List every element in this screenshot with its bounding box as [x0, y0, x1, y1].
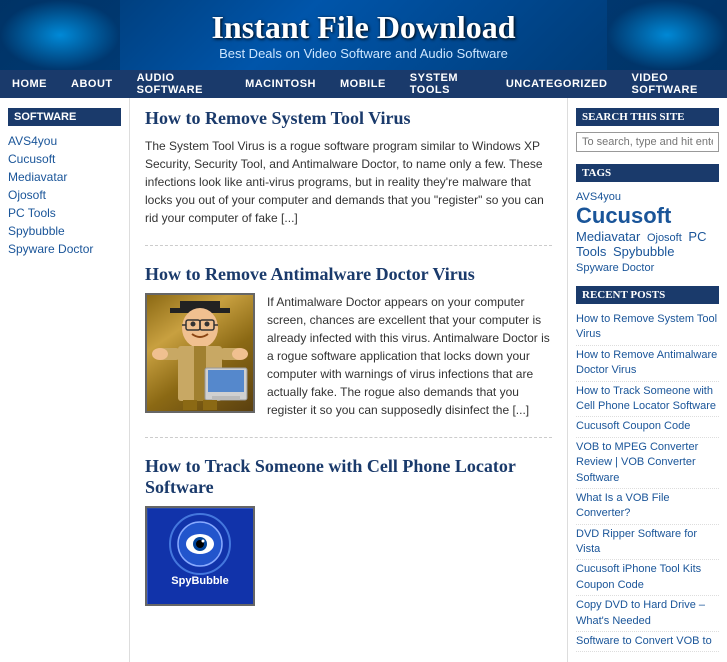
svg-text:SpyBubble: SpyBubble [171, 575, 228, 587]
doctor-illustration [150, 296, 250, 411]
post-1-excerpt: The System Tool Virus is a rogue softwar… [145, 137, 552, 227]
left-sidebar: SOFTWARE AVS4you Cucusoft Mediavatar Ojo… [0, 98, 130, 662]
post-1-title: How to Remove System Tool Virus [145, 108, 552, 129]
recent-post-4[interactable]: Cucusoft Coupon Code [576, 417, 719, 437]
post-3: How to Track Someone with Cell Phone Loc… [145, 456, 552, 624]
post-2-title: How to Remove Antimalware Doctor Virus [145, 264, 552, 285]
post-2-title-link[interactable]: How to Remove Antimalware Doctor Virus [145, 264, 475, 284]
nav-audio-software[interactable]: AUDIO SOFTWARE [125, 70, 233, 98]
main-content: How to Remove System Tool Virus The Syst… [130, 98, 567, 662]
post-2-image [145, 293, 255, 413]
sidebar-title: SOFTWARE [8, 108, 121, 126]
page-layout: SOFTWARE AVS4you Cucusoft Mediavatar Ojo… [0, 98, 727, 662]
header-decoration-left [0, 0, 120, 70]
post-3-body: SpyBubble [145, 506, 552, 606]
nav-home[interactable]: HOME [0, 70, 59, 98]
sidebar-link-mediavatar[interactable]: Mediavatar [8, 168, 121, 186]
nav-macintosh[interactable]: MACINTOSH [233, 70, 328, 98]
post-2-body: If Antimalware Doctor appears on your co… [145, 293, 552, 419]
tag-ojosoft[interactable]: Ojosoft [647, 232, 682, 244]
recent-posts-list: How to Remove System Tool Virus How to R… [576, 310, 719, 652]
search-input[interactable] [576, 132, 719, 152]
recent-post-2[interactable]: How to Remove Antimalware Doctor Virus [576, 346, 719, 382]
sidebar-link-avs4you[interactable]: AVS4you [8, 132, 121, 150]
header-text-group: Instant File Download Best Deals on Vide… [211, 9, 515, 61]
tag-spybubble[interactable]: Spybubble [613, 244, 674, 259]
tags-title: Tags [576, 164, 719, 182]
site-header: Instant File Download Best Deals on Vide… [0, 0, 727, 70]
header-decoration-right [607, 0, 727, 70]
post-3-title-link[interactable]: How to Track Someone with Cell Phone Loc… [145, 456, 515, 497]
nav-uncategorized[interactable]: UNCATEGORIZED [494, 70, 620, 98]
recent-post-3[interactable]: How to Track Someone with Cell Phone Loc… [576, 382, 719, 418]
right-sidebar: SEARCH THIS SITE Tags AVS4you Cucusoft M… [567, 98, 727, 662]
post-3-title: How to Track Someone with Cell Phone Loc… [145, 456, 552, 498]
recent-post-5[interactable]: VOB to MPEG Converter Review | VOB Conve… [576, 438, 719, 489]
recent-post-6[interactable]: What Is a VOB File Converter? [576, 489, 719, 525]
nav-mobile[interactable]: MOBILE [328, 70, 398, 98]
sidebar-link-pctools[interactable]: PC Tools [8, 204, 121, 222]
sidebar-link-spywaredoctor[interactable]: Spyware Doctor [8, 240, 121, 258]
post-3-image: SpyBubble [145, 506, 255, 606]
recent-post-7[interactable]: DVD Ripper Software for Vista [576, 525, 719, 561]
site-title: Instant File Download [211, 9, 515, 46]
recent-posts-widget: Recent Posts How to Remove System Tool V… [576, 286, 719, 652]
post-2: How to Remove Antimalware Doctor Virus [145, 264, 552, 438]
recent-posts-title: Recent Posts [576, 286, 719, 304]
recent-post-8[interactable]: Cucusoft iPhone Tool Kits Coupon Code [576, 560, 719, 596]
tag-cucusoft[interactable]: Cucusoft [576, 203, 671, 228]
nav-about[interactable]: ABOUT [59, 70, 125, 98]
recent-post-1[interactable]: How to Remove System Tool Virus [576, 310, 719, 346]
post-1: How to Remove System Tool Virus The Syst… [145, 108, 552, 246]
nav-system-tools[interactable]: SYSTEM TOOLS [398, 70, 494, 98]
tag-mediavatar[interactable]: Mediavatar [576, 229, 640, 244]
nav-video-software[interactable]: VIDEO SOFTWARE [619, 70, 727, 98]
sidebar-link-cucusoft[interactable]: Cucusoft [8, 150, 121, 168]
site-subtitle: Best Deals on Video Software and Audio S… [211, 46, 515, 61]
sidebar-link-spybubble[interactable]: Spybubble [8, 222, 121, 240]
tag-spywaredoctor[interactable]: Spyware Doctor [576, 262, 654, 274]
tags-widget: Tags AVS4you Cucusoft Mediavatar Ojosoft… [576, 164, 719, 274]
search-widget-title: SEARCH THIS SITE [576, 108, 719, 126]
spybubble-illustration: SpyBubble [148, 509, 253, 604]
sidebar-link-ojosoft[interactable]: Ojosoft [8, 186, 121, 204]
recent-post-9[interactable]: Copy DVD to Hard Drive – What's Needed [576, 596, 719, 632]
main-nav: HOME ABOUT AUDIO SOFTWARE MACINTOSH MOBI… [0, 70, 727, 98]
recent-post-10[interactable]: Software to Convert VOB to [576, 632, 719, 652]
tag-avs4you[interactable]: AVS4you [576, 191, 621, 203]
post-2-excerpt: If Antimalware Doctor appears on your co… [267, 293, 552, 419]
post-1-title-link[interactable]: How to Remove System Tool Virus [145, 108, 411, 128]
